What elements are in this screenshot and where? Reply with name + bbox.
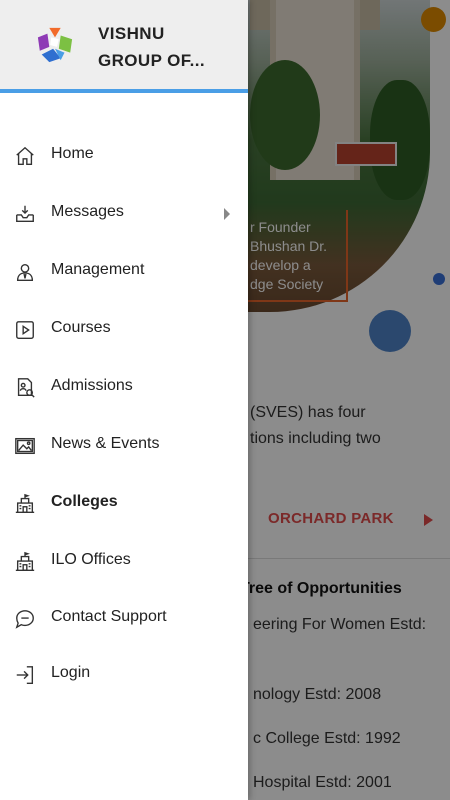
menu-item-label: Messages: [51, 203, 124, 220]
person-icon: [16, 263, 34, 281]
menu-item-contact-support[interactable]: Contact Support: [0, 593, 248, 643]
vishnu-logo-icon: [37, 27, 73, 63]
menu-item-label: Colleges: [51, 493, 118, 510]
menu-item-label: News & Events: [51, 435, 160, 452]
menu-item-news-events[interactable]: News & Events: [0, 420, 248, 470]
menu-item-admissions[interactable]: Admissions: [0, 362, 248, 412]
menu-item-label: Home: [51, 145, 94, 162]
brand-name: VISHNU GROUP OF...: [98, 24, 206, 70]
image-icon: [15, 437, 35, 455]
building-icon: [15, 551, 35, 571]
building-icon: [15, 493, 35, 513]
chevron-right-icon: [224, 208, 230, 220]
menu-item-management[interactable]: Management: [0, 246, 248, 296]
menu-item-ilo-offices[interactable]: ILO Offices: [0, 536, 248, 586]
home-icon: [16, 146, 34, 165]
menu-item-home[interactable]: Home: [0, 130, 248, 180]
menu-item-login[interactable]: Login: [0, 649, 248, 699]
menu-item-label: Contact Support: [51, 608, 167, 625]
menu-item-label: Admissions: [51, 377, 133, 394]
navigation-drawer: VISHNU GROUP OF... Home Messages Managem…: [0, 0, 248, 800]
play-icon: [16, 321, 34, 339]
menu-item-colleges[interactable]: Colleges: [0, 478, 248, 528]
admission-doc-icon: [17, 378, 35, 398]
login-icon: [16, 666, 34, 684]
menu-item-label: Courses: [51, 319, 111, 336]
chat-icon: [15, 610, 34, 629]
menu-item-label: Login: [51, 664, 91, 681]
menu-item-messages[interactable]: Messages: [0, 188, 248, 238]
inbox-icon: [16, 205, 34, 223]
drawer-header: VISHNU GROUP OF...: [0, 0, 248, 93]
menu-item-label: Management: [51, 261, 145, 278]
menu-item-courses[interactable]: Courses: [0, 304, 248, 354]
menu-item-label: ILO Offices: [51, 551, 131, 568]
